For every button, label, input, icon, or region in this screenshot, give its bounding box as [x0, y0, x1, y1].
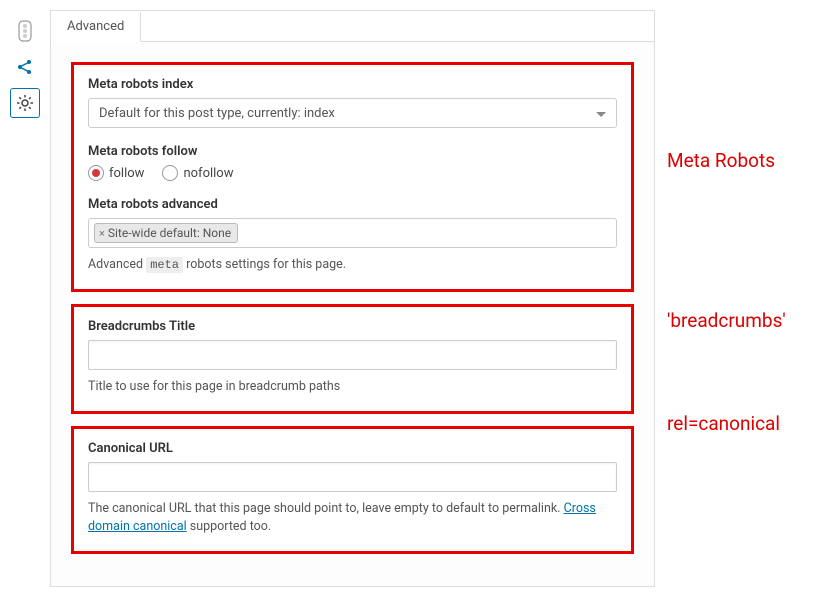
- radio-icon: [88, 165, 104, 181]
- settings-sidebar: [10, 10, 50, 587]
- meta-robots-index-select[interactable]: Default for this post type, currently: i…: [88, 98, 617, 128]
- close-icon[interactable]: ×: [99, 227, 105, 240]
- share-icon[interactable]: [10, 52, 40, 82]
- section-meta-robots: Meta robots index Default for this post …: [71, 62, 634, 292]
- annotation-canonical: rel=canonical: [667, 412, 780, 435]
- canonical-url-input[interactable]: [88, 462, 617, 492]
- main-panel: Advanced Meta robots index Default for t…: [50, 10, 655, 587]
- canonical-help: The canonical URL that this page should …: [88, 500, 617, 538]
- breadcrumbs-help: Title to use for this page in breadcrumb…: [88, 378, 617, 397]
- section-canonical: Canonical URL The canonical URL that thi…: [71, 426, 634, 555]
- tab-bar: Advanced: [51, 11, 654, 42]
- meta-robots-advanced-help: Advanced meta robots settings for this p…: [88, 256, 617, 275]
- radio-icon: [162, 165, 178, 181]
- annotation-meta-robots: Meta Robots: [667, 149, 775, 172]
- annotation-breadcrumbs: 'breadcrumbs': [667, 309, 786, 332]
- radio-nofollow-label: nofollow: [183, 166, 233, 181]
- radio-nofollow[interactable]: nofollow: [162, 165, 233, 181]
- radio-follow[interactable]: follow: [88, 165, 144, 181]
- radio-follow-label: follow: [109, 166, 144, 181]
- breadcrumbs-title-input[interactable]: [88, 340, 617, 370]
- meta-robots-index-label: Meta robots index: [88, 77, 617, 92]
- tab-advanced[interactable]: Advanced: [51, 12, 141, 42]
- tag-chip-label: Site-wide default: None: [108, 226, 231, 240]
- canonical-url-label: Canonical URL: [88, 441, 617, 456]
- tag-chip[interactable]: × Site-wide default: None: [94, 223, 238, 243]
- annotation-column: Meta Robots 'breadcrumbs' rel=canonical: [655, 10, 810, 587]
- meta-robots-follow-label: Meta robots follow: [88, 144, 617, 159]
- gear-icon[interactable]: [10, 88, 40, 118]
- breadcrumbs-title-label: Breadcrumbs Title: [88, 319, 617, 334]
- section-breadcrumbs: Breadcrumbs Title Title to use for this …: [71, 304, 634, 414]
- meta-robots-advanced-label: Meta robots advanced: [88, 197, 617, 212]
- meta-robots-advanced-input[interactable]: × Site-wide default: None: [88, 218, 617, 248]
- traffic-light-icon[interactable]: [10, 16, 40, 46]
